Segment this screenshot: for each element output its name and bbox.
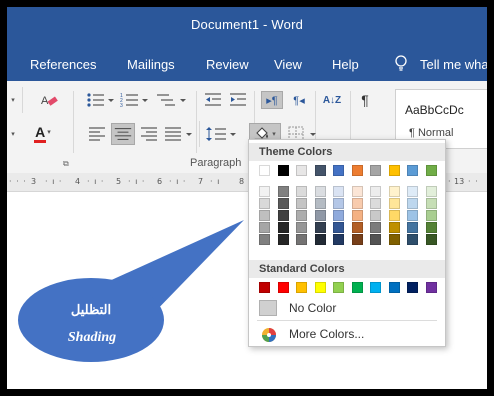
theme-color-variant-swatch[interactable] bbox=[333, 234, 344, 245]
standard-colors-header: Standard Colors bbox=[249, 260, 445, 278]
word-window: Document1 - Word References Mailings Rev… bbox=[7, 7, 487, 389]
standard-color-swatch[interactable] bbox=[351, 282, 363, 293]
theme-color-variant-swatch[interactable] bbox=[351, 234, 363, 245]
theme-color-variant-swatch[interactable] bbox=[370, 198, 381, 209]
theme-color-variant-swatch[interactable] bbox=[388, 198, 400, 209]
theme-color-variant-swatch[interactable] bbox=[259, 186, 270, 197]
theme-color-variant-swatch[interactable] bbox=[388, 186, 400, 197]
no-color-swatch bbox=[259, 300, 277, 316]
theme-color-variant-swatch[interactable] bbox=[259, 198, 270, 209]
screenshot-frame: Document1 - Word References Mailings Rev… bbox=[0, 0, 494, 396]
standard-colors-title: Standard Colors bbox=[259, 263, 345, 275]
theme-color-variant-swatch[interactable] bbox=[277, 186, 289, 197]
theme-color-swatch[interactable] bbox=[388, 165, 400, 176]
theme-color-variant-swatch[interactable] bbox=[314, 186, 326, 197]
theme-color-variant-swatch[interactable] bbox=[370, 186, 381, 197]
theme-color-variant-swatch[interactable] bbox=[370, 222, 381, 233]
standard-color-swatch[interactable] bbox=[388, 282, 400, 293]
theme-color-variant-swatch[interactable] bbox=[277, 210, 289, 221]
theme-color-variant-swatch[interactable] bbox=[425, 186, 437, 197]
standard-color-swatch[interactable] bbox=[277, 282, 289, 293]
theme-color-variant-swatch[interactable] bbox=[370, 210, 381, 221]
no-color-option[interactable]: No Color bbox=[249, 298, 445, 318]
theme-colors-title: Theme Colors bbox=[259, 146, 333, 158]
theme-color-swatch[interactable] bbox=[277, 165, 289, 176]
theme-color-variant-swatch[interactable] bbox=[314, 222, 326, 233]
theme-color-variant-swatch[interactable] bbox=[296, 186, 307, 197]
theme-color-swatch[interactable] bbox=[296, 165, 307, 176]
more-colors-label: More Colors... bbox=[289, 327, 365, 341]
theme-color-variant-swatch[interactable] bbox=[351, 198, 363, 209]
theme-color-variant-swatch[interactable] bbox=[407, 186, 418, 197]
theme-color-variant-swatch[interactable] bbox=[333, 222, 344, 233]
theme-color-variant-swatch[interactable] bbox=[425, 198, 437, 209]
shading-dropdown: Theme Colors Standard Colors No Color Mo… bbox=[248, 139, 446, 347]
callout-english-label: Shading bbox=[67, 330, 117, 345]
theme-color-variant-swatch[interactable] bbox=[277, 198, 289, 209]
theme-color-variant-swatch[interactable] bbox=[407, 234, 418, 245]
callout-arabic-label: التظليل bbox=[70, 303, 112, 318]
theme-color-variant-swatch[interactable] bbox=[277, 234, 289, 245]
theme-color-variant-swatch[interactable] bbox=[388, 234, 400, 245]
theme-color-variant-swatch[interactable] bbox=[333, 198, 344, 209]
color-palette-icon bbox=[262, 328, 276, 342]
theme-color-variant-swatch[interactable] bbox=[407, 222, 418, 233]
theme-color-variant-swatch[interactable] bbox=[259, 234, 270, 245]
theme-color-variant-swatch[interactable] bbox=[259, 210, 270, 221]
theme-color-variant-swatch[interactable] bbox=[351, 222, 363, 233]
menu-divider bbox=[257, 320, 437, 321]
theme-color-swatch[interactable] bbox=[259, 165, 270, 176]
theme-color-swatch[interactable] bbox=[333, 165, 344, 176]
theme-color-variant-swatch[interactable] bbox=[277, 222, 289, 233]
theme-color-variant-swatch[interactable] bbox=[296, 198, 307, 209]
theme-colors-header: Theme Colors bbox=[249, 143, 445, 161]
theme-color-variant-swatch[interactable] bbox=[351, 186, 363, 197]
theme-color-variant-swatch[interactable] bbox=[314, 234, 326, 245]
theme-color-variant-swatch[interactable] bbox=[388, 210, 400, 221]
theme-color-swatch[interactable] bbox=[370, 165, 381, 176]
theme-color-swatch[interactable] bbox=[314, 165, 326, 176]
theme-color-variant-swatch[interactable] bbox=[425, 222, 437, 233]
theme-color-variant-swatch[interactable] bbox=[425, 234, 437, 245]
theme-color-swatch[interactable] bbox=[425, 165, 437, 176]
theme-color-swatch[interactable] bbox=[407, 165, 418, 176]
standard-color-swatch[interactable] bbox=[370, 282, 381, 293]
theme-color-variant-swatch[interactable] bbox=[296, 222, 307, 233]
theme-color-variant-swatch[interactable] bbox=[333, 210, 344, 221]
more-colors-option[interactable]: More Colors... bbox=[249, 324, 445, 344]
standard-color-swatch[interactable] bbox=[407, 282, 418, 293]
theme-color-variant-swatch[interactable] bbox=[425, 210, 437, 221]
theme-color-variant-swatch[interactable] bbox=[407, 198, 418, 209]
theme-color-variant-swatch[interactable] bbox=[407, 210, 418, 221]
standard-color-swatch[interactable] bbox=[259, 282, 270, 293]
theme-color-variant-swatch[interactable] bbox=[351, 210, 363, 221]
no-color-label: No Color bbox=[289, 301, 337, 315]
standard-color-swatch[interactable] bbox=[425, 282, 437, 293]
theme-color-variant-swatch[interactable] bbox=[259, 222, 270, 233]
standard-color-swatch[interactable] bbox=[296, 282, 307, 293]
theme-color-variant-swatch[interactable] bbox=[314, 198, 326, 209]
standard-color-swatch[interactable] bbox=[314, 282, 326, 293]
standard-color-swatch[interactable] bbox=[333, 282, 344, 293]
theme-color-variant-swatch[interactable] bbox=[370, 234, 381, 245]
theme-color-variant-swatch[interactable] bbox=[314, 210, 326, 221]
theme-color-variant-swatch[interactable] bbox=[333, 186, 344, 197]
theme-color-variant-swatch[interactable] bbox=[388, 222, 400, 233]
theme-color-variant-swatch[interactable] bbox=[296, 210, 307, 221]
theme-color-variant-swatch[interactable] bbox=[296, 234, 307, 245]
callout-bubble bbox=[18, 278, 164, 362]
theme-color-swatch[interactable] bbox=[351, 165, 363, 176]
